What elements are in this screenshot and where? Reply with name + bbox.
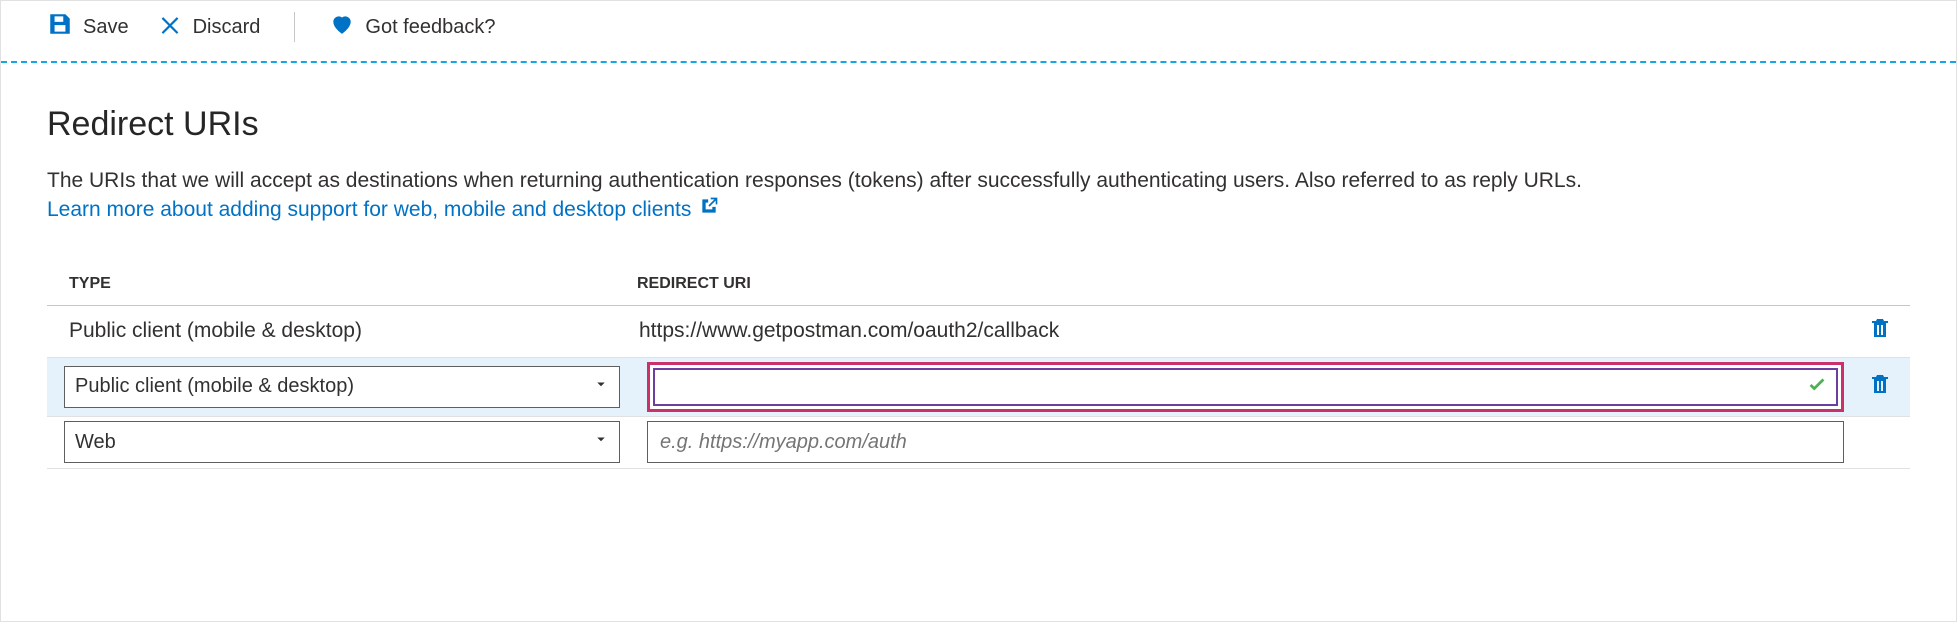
trash-icon (1868, 316, 1892, 346)
delete-button[interactable] (1850, 372, 1910, 402)
table-row: Public client (mobile & desktop) (47, 358, 1910, 417)
content-area: Redirect URIs The URIs that we will acce… (1, 63, 1956, 469)
close-icon (157, 11, 183, 43)
table-header: TYPE REDIRECT URI (47, 275, 1910, 306)
type-select[interactable]: Web (64, 421, 620, 463)
save-label: Save (83, 16, 129, 39)
heart-icon (329, 11, 355, 43)
discard-label: Discard (193, 16, 261, 39)
discard-button[interactable]: Discard (157, 11, 261, 43)
toolbar-divider (294, 12, 295, 42)
save-icon (47, 11, 73, 43)
uri-input[interactable] (663, 374, 1806, 399)
header-type: TYPE (47, 275, 637, 293)
type-select[interactable]: Public client (mobile & desktop) (64, 366, 620, 408)
feedback-label: Got feedback? (365, 16, 495, 39)
type-select-value: Public client (mobile & desktop) (64, 366, 620, 408)
learn-more-text: Learn more about adding support for web,… (47, 195, 691, 224)
uri-input-highlighted (647, 362, 1844, 412)
command-bar: Save Discard Got feedback? (1, 1, 1956, 63)
table-row: Web (47, 417, 1910, 469)
feedback-button[interactable]: Got feedback? (329, 11, 495, 43)
header-uri: REDIRECT URI (637, 275, 1850, 293)
uri-input-inner (653, 368, 1838, 406)
save-button[interactable]: Save (47, 11, 129, 43)
trash-icon (1868, 372, 1892, 402)
delete-button[interactable] (1850, 316, 1910, 346)
row-type-value: Public client (mobile & desktop) (47, 319, 637, 343)
section-description: The URIs that we will accept as destinat… (47, 166, 1910, 225)
external-link-icon (699, 195, 719, 224)
table-row: Public client (mobile & desktop) https:/… (47, 306, 1910, 358)
checkmark-icon (1806, 373, 1828, 401)
type-select-value: Web (64, 421, 620, 463)
learn-more-link[interactable]: Learn more about adding support for web,… (47, 195, 719, 224)
row-uri-value: https://www.getpostman.com/oauth2/callba… (637, 319, 1850, 343)
uri-input[interactable] (658, 430, 1833, 455)
description-text: The URIs that we will accept as destinat… (47, 169, 1582, 192)
redirect-uris-table: TYPE REDIRECT URI Public client (mobile … (47, 275, 1910, 469)
uri-input-wrap (647, 421, 1844, 463)
section-title: Redirect URIs (47, 105, 1910, 144)
